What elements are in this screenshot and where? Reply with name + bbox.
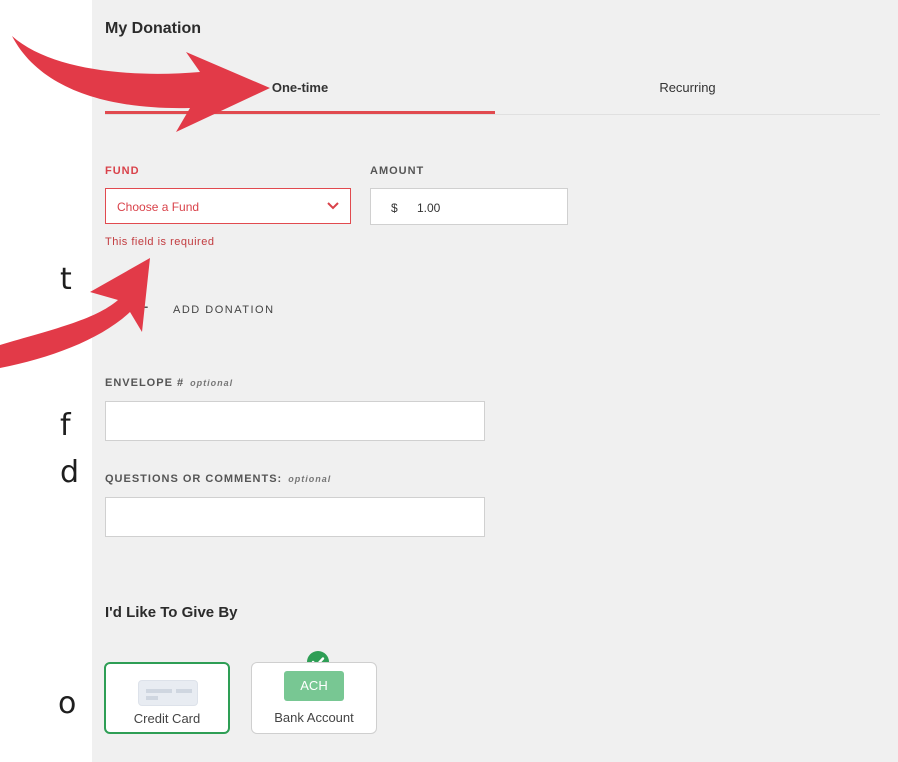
amount-input[interactable]: $ 1.00 xyxy=(370,188,568,225)
tab-recurring[interactable]: Recurring xyxy=(495,70,880,114)
payment-option-label: Bank Account xyxy=(274,710,354,725)
fund-select[interactable]: Choose a Fund xyxy=(105,188,351,224)
currency-symbol: $ xyxy=(391,201,398,215)
add-donation-label: ADD DONATION xyxy=(173,304,275,316)
envelope-optional-tag: optional xyxy=(190,378,234,388)
side-text-fragment: t xyxy=(60,262,72,297)
ach-icon: ACH xyxy=(284,671,344,701)
donation-type-tabs: One-time Recurring xyxy=(105,70,880,116)
side-text-fragment: f xyxy=(60,408,71,443)
payment-option-credit-card[interactable]: Credit Card xyxy=(104,662,230,734)
payment-option-bank-account[interactable]: ACH Bank Account xyxy=(251,662,377,734)
envelope-input[interactable] xyxy=(105,401,485,441)
payment-method-title: I'd Like To Give By xyxy=(105,604,238,621)
amount-label: AMOUNT xyxy=(370,165,425,177)
side-text-fragment: d xyxy=(60,455,80,490)
donation-panel: My Donation One-time Recurring FUND AMOU… xyxy=(92,0,898,762)
tab-one-time[interactable]: One-time xyxy=(105,70,495,114)
side-text-fragment: o xyxy=(58,686,77,721)
comments-label: QUESTIONS OR COMMENTS: optional xyxy=(105,473,331,485)
payment-option-label: Credit Card xyxy=(133,711,201,726)
fund-error-message: This field is required xyxy=(105,236,215,248)
page-title: My Donation xyxy=(105,20,201,37)
chevron-down-icon xyxy=(327,202,339,210)
fund-select-value: Choose a Fund xyxy=(117,200,200,214)
envelope-label-text: ENVELOPE # xyxy=(105,377,185,389)
plus-icon: + xyxy=(137,297,149,319)
cropped-side-text: t f d o xyxy=(0,0,92,762)
comments-input[interactable] xyxy=(105,497,485,537)
envelope-label: ENVELOPE # optional xyxy=(105,377,233,389)
credit-card-icon xyxy=(138,680,198,706)
comments-label-text: QUESTIONS OR COMMENTS: xyxy=(105,473,283,485)
amount-value: 1.00 xyxy=(417,201,441,215)
fund-label: FUND xyxy=(105,165,140,177)
tabs-divider xyxy=(105,114,880,115)
comments-optional-tag: optional xyxy=(288,474,332,484)
